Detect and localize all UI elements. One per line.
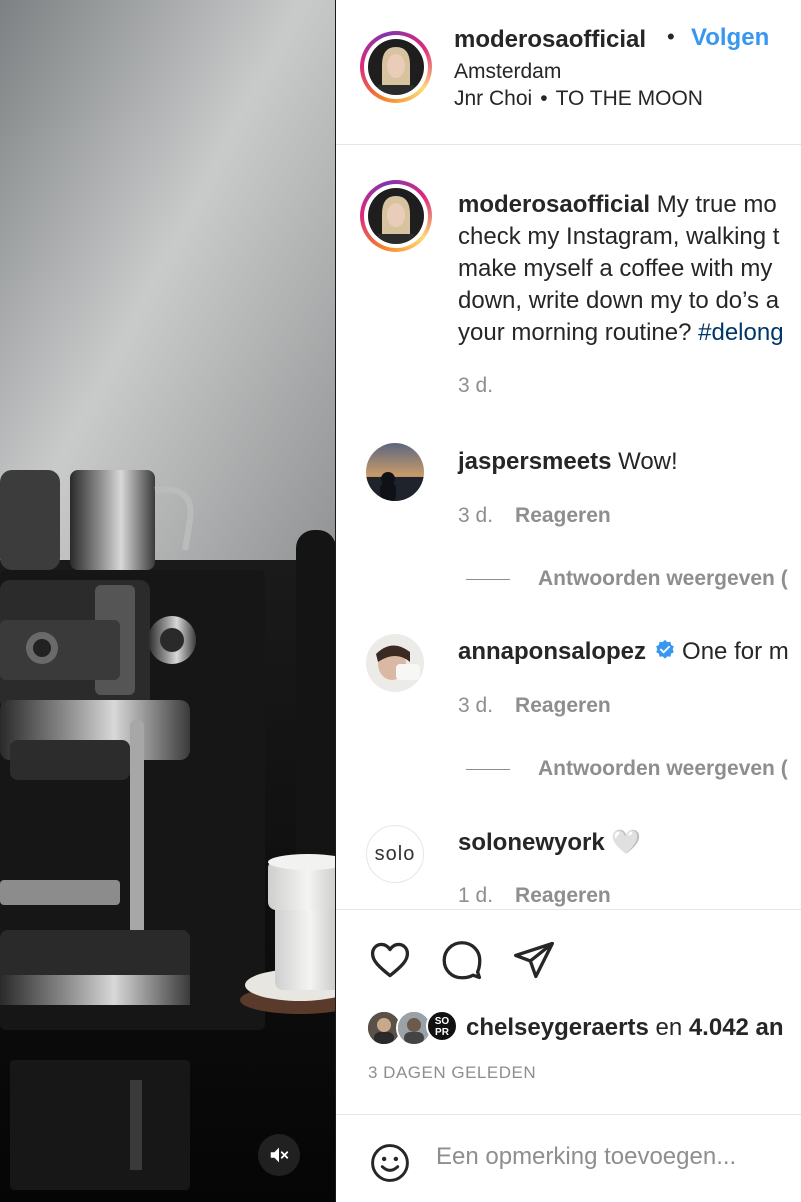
caption-hashtag[interactable]: #delong bbox=[698, 319, 783, 346]
caption-line-1: moderosaofficial My true mo bbox=[458, 189, 801, 221]
replies-line bbox=[466, 768, 510, 770]
caption-author-photo bbox=[368, 188, 424, 244]
emoji-icon[interactable] bbox=[368, 1141, 412, 1185]
comment-meta: 3 d. Reageren bbox=[458, 504, 611, 528]
follow-button[interactable]: Volgen bbox=[691, 24, 769, 52]
liker-avatar-3[interactable]: SO PR bbox=[426, 1010, 458, 1042]
caption-avatar[interactable] bbox=[360, 180, 432, 252]
caption-text-1: My true mo bbox=[650, 191, 777, 218]
comment-icon[interactable] bbox=[440, 938, 484, 982]
comment-input[interactable] bbox=[436, 1143, 796, 1171]
reply-button[interactable]: Reageren bbox=[515, 884, 611, 907]
location-link[interactable]: Amsterdam bbox=[454, 60, 561, 84]
liked-by[interactable]: chelseygeraerts en 4.042 an bbox=[466, 1014, 784, 1042]
liked-by-user[interactable]: chelseygeraerts bbox=[466, 1014, 649, 1041]
view-replies-label: Antwoorden weergeven ( bbox=[538, 757, 788, 780]
replies-line bbox=[466, 578, 510, 580]
comment-text: solonewyork 🤍 bbox=[458, 828, 641, 857]
music-artist: Jnr Choi bbox=[454, 87, 533, 110]
author-username[interactable]: moderosaofficial bbox=[454, 26, 646, 54]
comment-time[interactable]: 3 d. bbox=[458, 504, 493, 527]
verified-icon bbox=[656, 639, 674, 659]
comment-body: One for m bbox=[682, 638, 789, 665]
caption-line-2: check my Instagram, walking t bbox=[458, 223, 780, 250]
comment-avatar-annaponsalopez[interactable] bbox=[366, 634, 424, 692]
view-replies-label: Antwoorden weergeven ( bbox=[538, 567, 788, 590]
comment-avatar-jaspersmeets[interactable] bbox=[366, 443, 424, 501]
liker-badge-line-1: SO bbox=[434, 1016, 450, 1027]
share-icon[interactable] bbox=[512, 938, 556, 982]
caption-line-5: your morning routine? #delong bbox=[458, 317, 801, 349]
comment-meta: 3 d. Reageren bbox=[458, 694, 611, 718]
comment-time[interactable]: 1 d. bbox=[458, 884, 493, 907]
likes-count[interactable]: 4.042 an bbox=[689, 1014, 784, 1041]
solo-logo-text: solo bbox=[374, 842, 416, 865]
post-details-panel: moderosaofficial • Volgen Amsterdam Jnr … bbox=[336, 0, 801, 1202]
post-video[interactable] bbox=[0, 0, 336, 1202]
comment-text: jaspersmeets Wow! bbox=[458, 448, 678, 476]
post-date[interactable]: 3 DAGEN GELEDEN bbox=[368, 1063, 536, 1083]
caption-username[interactable]: moderosaofficial bbox=[458, 191, 650, 218]
post-actions: SO PR chelseygeraerts en 4.042 an 3 DAGEN… bbox=[336, 909, 801, 1115]
author-photo bbox=[368, 39, 424, 95]
comment-username[interactable]: jaspersmeets bbox=[458, 448, 611, 475]
comment-avatar-solonewyork[interactable]: solo bbox=[366, 825, 424, 883]
comment-text: annaponsalopez One for m bbox=[458, 638, 789, 666]
music-separator: • bbox=[540, 87, 548, 110]
view-replies-button[interactable]: Antwoorden weergeven ( bbox=[466, 567, 788, 591]
mute-button[interactable] bbox=[258, 1134, 300, 1176]
liker-badge-line-2: PR bbox=[435, 1027, 449, 1038]
comment-body: Wow! bbox=[611, 448, 678, 475]
music-track: TO THE MOON bbox=[555, 87, 703, 110]
reply-button[interactable]: Reageren bbox=[515, 504, 611, 527]
comment-username[interactable]: annaponsalopez bbox=[458, 638, 646, 665]
caption-time[interactable]: 3 d. bbox=[458, 374, 493, 398]
post-caption: moderosaofficial My true mo check my Ins… bbox=[458, 189, 801, 349]
liked-by-connector: en bbox=[648, 1014, 689, 1041]
author-avatar[interactable] bbox=[360, 31, 432, 103]
jaspersmeets-photo bbox=[366, 443, 424, 501]
annaponsalopez-photo bbox=[366, 634, 424, 692]
comment-body: 🤍 bbox=[604, 829, 642, 856]
post-header: moderosaofficial • Volgen Amsterdam Jnr … bbox=[336, 0, 801, 145]
comments-list[interactable]: moderosaofficial My true mo check my Ins… bbox=[336, 145, 801, 908]
caption-line-4: down, write down my to do’s a bbox=[458, 287, 780, 314]
comment-meta: 1 d. Reageren bbox=[458, 884, 611, 908]
reply-button[interactable]: Reageren bbox=[515, 694, 611, 717]
add-comment-bar bbox=[336, 1114, 801, 1202]
caption-text-5: your morning routine? bbox=[458, 319, 699, 346]
heart-icon[interactable] bbox=[368, 938, 412, 982]
mute-icon bbox=[270, 1147, 289, 1163]
video-frame bbox=[0, 0, 336, 1202]
audio-info[interactable]: Jnr Choi • TO THE MOON bbox=[454, 87, 703, 111]
header-separator: • bbox=[667, 24, 675, 49]
view-replies-button[interactable]: Antwoorden weergeven ( bbox=[466, 757, 788, 781]
comment-username[interactable]: solonewyork bbox=[458, 829, 605, 856]
caption-line-3: make myself a coffee with my bbox=[458, 255, 773, 282]
comment-time[interactable]: 3 d. bbox=[458, 694, 493, 717]
